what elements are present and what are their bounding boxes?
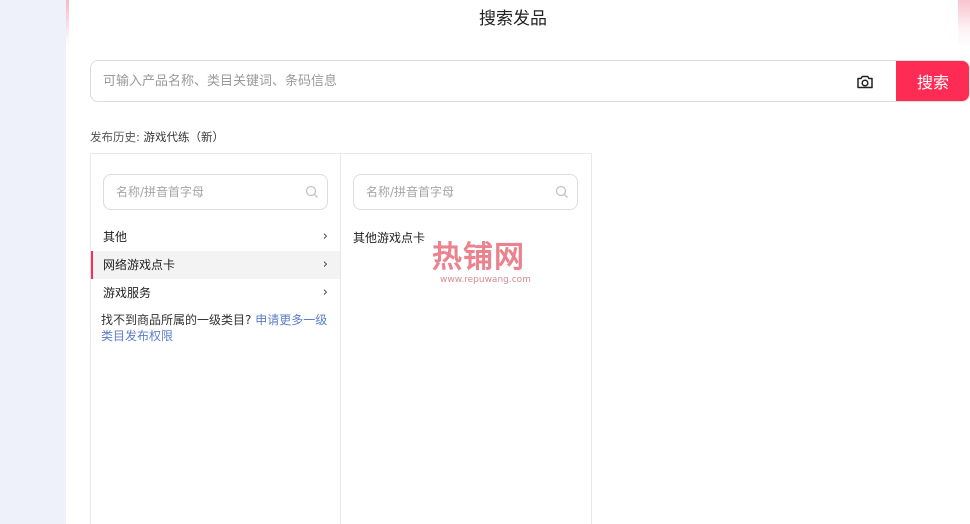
watermark-logo: 热铺网 www.repuwang.com (432, 243, 542, 289)
product-search-input[interactable] (103, 61, 843, 101)
category-item-label: 其他 (103, 230, 128, 244)
category-item-label: 网络游戏点卡 (103, 258, 176, 272)
category-column-level2: 其他游戏点卡 (341, 154, 591, 524)
page-title: 搜索发品 (479, 9, 547, 29)
chevron-right-icon: › (322, 257, 328, 272)
category-item-online-game-cards[interactable]: 网络游戏点卡 › (91, 251, 340, 279)
category-item-label: 游戏服务 (103, 286, 152, 300)
category-item-other[interactable]: 其他 › (91, 223, 340, 251)
left-sidebar-strip (0, 0, 66, 524)
category-search-input[interactable] (116, 175, 301, 209)
watermark-url: www.repuwang.com (440, 275, 531, 285)
help-text: 找不到商品所属的一级类目? (101, 313, 252, 327)
history-label: 发布历史: (90, 130, 140, 144)
subcategory-search-input[interactable] (366, 175, 551, 209)
subcategory-item-other-game-cards[interactable]: 其他游戏点卡 (353, 229, 425, 246)
category-panel: 其他 › 网络游戏点卡 › 游戏服务 › 找不到商品所属的一级类目? 申请更多一… (90, 153, 592, 524)
history-item[interactable]: 游戏代练（新） (144, 130, 225, 144)
product-search-bar: 搜索 (90, 60, 970, 102)
category-column-level1: 其他 › 网络游戏点卡 › 游戏服务 › 找不到商品所属的一级类目? 申请更多一… (91, 154, 341, 524)
category-search-field (103, 174, 328, 210)
chevron-right-icon: › (322, 285, 328, 300)
chevron-right-icon: › (322, 229, 328, 244)
camera-icon[interactable] (855, 72, 875, 92)
category-help: 找不到商品所属的一级类目? 申请更多一级类目发布权限 (101, 312, 333, 344)
search-icon (555, 184, 569, 198)
search-button[interactable]: 搜索 (896, 61, 969, 101)
watermark-text: 热铺网 (432, 240, 525, 275)
subcategory-search-field (353, 174, 578, 210)
category-item-game-services[interactable]: 游戏服务 › (91, 279, 340, 307)
search-icon (305, 184, 319, 198)
publish-history: 发布历史: 游戏代练（新） (90, 129, 224, 145)
